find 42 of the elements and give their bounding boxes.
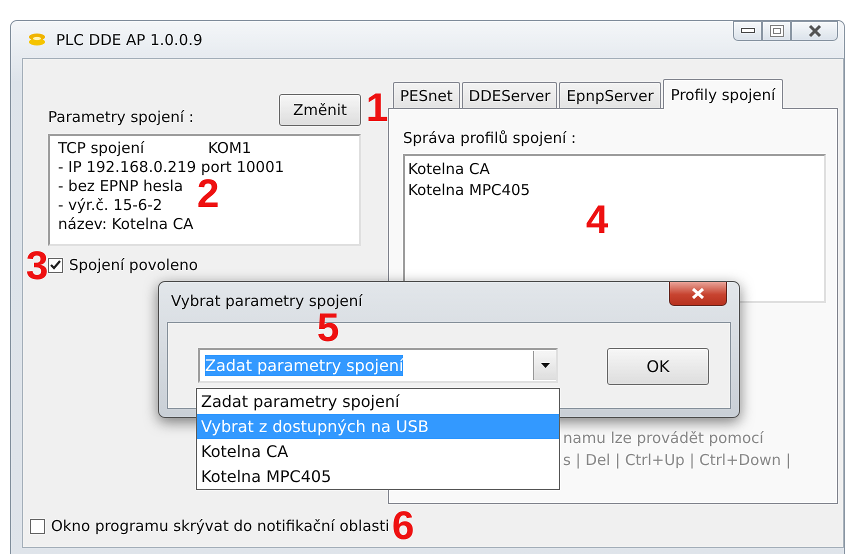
caret-icon	[540, 363, 550, 368]
annotation-number: 4	[586, 198, 608, 242]
connection-parameters-label: Parametry spojení :	[48, 108, 194, 126]
checkbox-label: Okno programu skrývat do notifikační oblasti	[51, 517, 390, 535]
close-icon	[806, 24, 822, 38]
checkbox[interactable]	[48, 258, 63, 272]
ok-button[interactable]: OK	[607, 348, 709, 385]
dropdown-option[interactable]: Kotelna CA	[197, 439, 559, 464]
maximize-icon	[770, 25, 784, 37]
checkbox-label: Spojení povoleno	[69, 256, 198, 274]
minimize-icon	[740, 28, 754, 34]
connection-detail: - bez EPNP hesla	[58, 177, 184, 196]
connection-detail: název: Kotelna CA	[58, 215, 194, 234]
tab[interactable]: EpnpServer	[559, 82, 661, 108]
hint-text: s | Del | Ctrl+Up | Ctrl+Down |	[563, 450, 791, 471]
maximize-button[interactable]	[762, 21, 791, 41]
annotation-number: 1	[366, 86, 388, 130]
close-icon	[690, 287, 706, 300]
window-title: PLC DDE AP 1.0.0.9	[56, 30, 203, 48]
connection-type: TCP spojení	[58, 139, 146, 158]
connection-detail: - IP 192.168.0.219 port 10001	[58, 158, 284, 177]
port-name: KOM1	[208, 139, 252, 158]
connection-detail: - výr.č. 15-6-2	[58, 196, 162, 215]
annotation-number: 3	[26, 244, 48, 288]
close-button[interactable]	[669, 282, 727, 306]
tab[interactable]: DDEServer	[462, 82, 558, 108]
list-item[interactable]: Kotelna MPC405	[408, 180, 821, 201]
tab[interactable]: Profily spojení	[662, 79, 784, 109]
profiles-label: Správa profilů spojení :	[403, 129, 576, 147]
dropdown-button[interactable]	[533, 351, 556, 380]
annotation-number: 6	[392, 504, 414, 548]
dropdown-option[interactable]: Kotelna MPC405	[197, 464, 559, 489]
combo-value: Zadat parametry spojení	[205, 355, 404, 376]
list-item[interactable]: Kotelna CA	[408, 159, 821, 180]
dropdown-option[interactable]: Zadat parametry spojení	[197, 389, 559, 414]
app-icon	[28, 32, 46, 46]
hint-text: namu lze provádět pomocí	[563, 428, 765, 449]
change-button[interactable]: Změnit	[279, 94, 361, 126]
close-button[interactable]	[791, 21, 838, 41]
tab[interactable]: PESnet	[393, 82, 460, 108]
minimize-button[interactable]	[733, 21, 762, 41]
checkbox[interactable]	[30, 518, 45, 534]
